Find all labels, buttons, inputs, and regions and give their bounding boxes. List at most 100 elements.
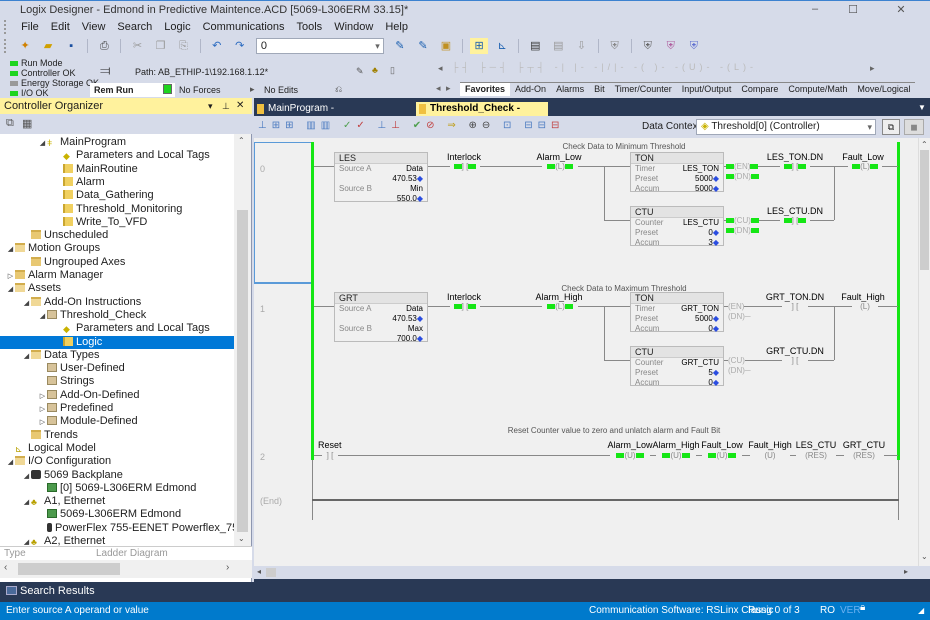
- tab-scroll-left-icon[interactable]: ◂: [436, 83, 441, 94]
- chevron-down-icon[interactable]: ▾: [867, 120, 872, 134]
- insert-rung-below-icon[interactable]: ⊞: [285, 120, 298, 131]
- rung-icon[interactable]: ├┤: [452, 62, 473, 72]
- otl-icon[interactable]: -(L)-: [720, 62, 757, 72]
- xic-contact[interactable]: ] [: [782, 302, 808, 311]
- tree-scroll-thumb[interactable]: [237, 210, 248, 532]
- timer-tag[interactable]: GRT_TON: [681, 304, 719, 314]
- find-icon[interactable]: ✎: [391, 38, 409, 54]
- expand-toggle-icon[interactable]: ▷: [38, 403, 47, 416]
- vscroll-thumb[interactable]: [920, 150, 929, 270]
- data-context-select[interactable]: ◈ Threshold[0] (Controller) ▾: [696, 119, 876, 135]
- new-project-icon[interactable]: ✦: [16, 38, 34, 54]
- tree-item[interactable]: MainRoutine: [0, 163, 234, 176]
- expand-toggle-icon[interactable]: ◢: [38, 137, 47, 150]
- coil-tag[interactable]: GRT_CTU: [838, 440, 890, 450]
- otu-coil[interactable]: (U): [656, 451, 696, 460]
- tree-item[interactable]: ▷ Add-On-Defined: [0, 389, 234, 402]
- otl-coil[interactable]: (L): [848, 162, 882, 171]
- xic-contact[interactable]: ] [: [782, 356, 808, 365]
- resize-grip-icon[interactable]: ◢: [918, 602, 924, 620]
- search-combo[interactable]: 0 ▾: [255, 38, 384, 54]
- coil-tag[interactable]: Fault_Low: [696, 440, 748, 450]
- menu-edit[interactable]: Edit: [45, 19, 76, 36]
- grt-ton-instruction[interactable]: TON Timer GRT_TON Preset 5000◆ Accum 0◆: [630, 292, 724, 333]
- tree-item[interactable]: ◢ ♣ A2, Ethernet: [0, 535, 234, 546]
- copy-icon[interactable]: ❐: [152, 38, 170, 54]
- hscroll-thumb[interactable]: [18, 563, 120, 575]
- cancel-pending-icon[interactable]: ⊥: [391, 120, 405, 131]
- tree-item[interactable]: ▷ Predefined: [0, 402, 234, 415]
- xic-contact[interactable]: ] [: [450, 162, 480, 171]
- expand-toggle-icon[interactable]: ◢: [22, 297, 31, 310]
- xic-contact[interactable]: ] [: [780, 162, 810, 171]
- device-icon[interactable]: ▯: [390, 65, 395, 76]
- tree-item[interactable]: Ungrouped Axes: [0, 256, 234, 269]
- expand-toggle-icon[interactable]: ▷: [6, 270, 15, 283]
- tab-list-dropdown-icon[interactable]: ▼: [918, 103, 926, 112]
- grip-handle[interactable]: [4, 20, 8, 34]
- go-to-icon[interactable]: ⧉: [882, 119, 900, 135]
- tree-item[interactable]: ◢ Data Types: [0, 349, 234, 362]
- tab-scroll-right-icon[interactable]: ▸: [446, 83, 451, 94]
- network-icon[interactable]: ♣: [372, 65, 378, 75]
- redo-icon[interactable]: ↷: [231, 38, 249, 54]
- tree-horizontal-scrollbar[interactable]: ‹ ›: [0, 560, 252, 578]
- show-comments-icon[interactable]: ⊟: [538, 120, 551, 131]
- download-icon[interactable]: ⇩: [572, 38, 590, 54]
- coil-tag[interactable]: LES_CTU: [790, 440, 842, 450]
- coil-tag[interactable]: Fault_High: [744, 440, 796, 450]
- accept-edits-icon[interactable]: ✓: [343, 120, 356, 131]
- source-b-tag[interactable]: Min: [410, 184, 423, 194]
- tree-item[interactable]: ▷ Module-Defined: [0, 415, 234, 428]
- collapse-all-icon[interactable]: ⧉: [6, 117, 14, 130]
- coil-tag[interactable]: Alarm_High: [650, 440, 702, 450]
- ote-icon[interactable]: -( )-: [634, 62, 669, 72]
- lock-icon[interactable]: ⛨: [639, 38, 657, 54]
- coil-tag[interactable]: Alarm_High: [524, 292, 594, 302]
- tree-item[interactable]: ◢ ǂ MainProgram: [0, 136, 234, 149]
- tree-item[interactable]: ◢ Threshold_Check: [0, 309, 234, 322]
- branch-icon[interactable]: ├─┤: [479, 62, 510, 72]
- source-a-tag[interactable]: Data: [406, 164, 423, 174]
- tab-alarms[interactable]: Alarms: [551, 83, 589, 96]
- tree-item[interactable]: ◢ Motion Groups: [0, 242, 234, 255]
- les-instruction[interactable]: LES Source A Data 470.53◆ Source B Min 550…: [334, 152, 428, 203]
- pin-icon[interactable]: ⊥: [222, 98, 230, 114]
- secure-icon[interactable]: ⛨: [662, 38, 680, 54]
- otu-coil[interactable]: (U): [750, 451, 790, 460]
- expand-toggle-icon[interactable]: ◢: [22, 536, 31, 546]
- minimize-button[interactable]: –: [800, 3, 830, 18]
- ladder-vertical-scrollbar[interactable]: ⌃ ⌄: [918, 138, 930, 566]
- otu-coil[interactable]: (U): [610, 451, 650, 460]
- source-b-tag[interactable]: Max: [408, 324, 423, 334]
- tab-add-on[interactable]: Add-On: [510, 83, 551, 96]
- cancel-edits-icon[interactable]: ✓: [356, 120, 369, 131]
- res-instruction[interactable]: (RES): [844, 451, 884, 460]
- menu-communications[interactable]: Communications: [197, 19, 291, 36]
- scroll-down-icon[interactable]: ⌄: [238, 534, 245, 543]
- otu-coil[interactable]: (U): [702, 451, 742, 460]
- grt-ctu-instruction[interactable]: CTU Counter GRT_CTU Preset 5◆ Accum 0◆: [630, 346, 724, 387]
- tree-item[interactable]: ◆ Parameters and Local Tags: [0, 149, 234, 162]
- scroll-left-icon[interactable]: ◂: [257, 567, 261, 576]
- browse-icon[interactable]: ▣: [437, 38, 455, 54]
- expand-toggle-icon[interactable]: ◢: [38, 310, 47, 323]
- tree-item[interactable]: PowerFlex 755-EENET Powerflex_755: [0, 522, 234, 535]
- tree-item[interactable]: ◆ Parameters and Local Tags: [0, 322, 234, 335]
- expand-toggle-icon[interactable]: ◢: [6, 243, 15, 256]
- accept-rung-edits-icon[interactable]: ▥: [321, 120, 335, 131]
- find-next-icon[interactable]: ✎: [414, 38, 432, 54]
- xio-icon[interactable]: -|/|-: [594, 62, 627, 72]
- tree-item[interactable]: ⊾ Logical Model: [0, 442, 234, 455]
- cancel-all-icon[interactable]: ⊘: [426, 120, 439, 131]
- finalize-edits-icon[interactable]: ✔: [413, 120, 426, 131]
- contact-tag[interactable]: GRT_TON.DN: [760, 292, 830, 302]
- otu-icon[interactable]: -(U)-: [675, 62, 714, 72]
- tab-compare[interactable]: Compare: [736, 83, 783, 96]
- assemble-edits-icon[interactable]: ⊥: [378, 120, 392, 131]
- menu-window[interactable]: Window: [328, 19, 379, 36]
- expand-toggle-icon[interactable]: ▷: [38, 390, 47, 403]
- les-ctu-instruction[interactable]: CTU Counter LES_CTU Preset 0◆ Accum 3◆: [630, 206, 724, 247]
- tab-compute-math[interactable]: Compute/Math: [783, 83, 852, 96]
- hscroll-thumb[interactable]: [266, 568, 276, 577]
